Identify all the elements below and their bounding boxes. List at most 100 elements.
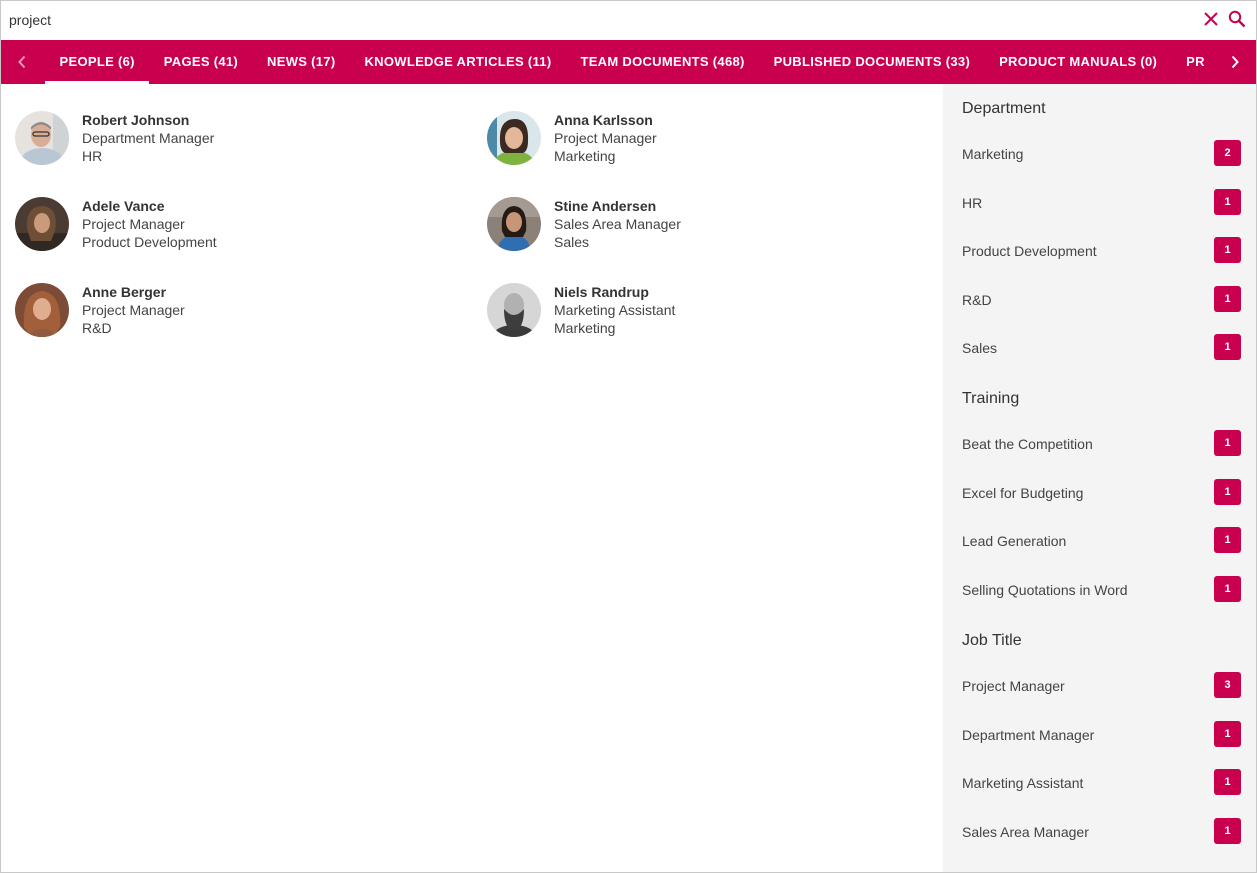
person-details: Stine Andersen Sales Area Manager Sales (554, 197, 681, 251)
refiner-item[interactable]: HR 1 (943, 189, 1256, 219)
refiner-label: Project Manager (962, 678, 1065, 694)
refiner-item[interactable]: Marketing 2 (943, 140, 1256, 170)
tab-scroll-right-button[interactable] (1214, 40, 1256, 84)
refiner-item[interactable]: Excel for Budgeting 1 (943, 479, 1256, 509)
avatar (15, 283, 69, 337)
search-input[interactable] (9, 9, 1189, 31)
person-name: Niels Randrup (554, 284, 649, 300)
chevron-right-icon (1231, 55, 1239, 69)
search-bar (1, 1, 1256, 40)
tab-team-documents[interactable]: TEAM DOCUMENTS (468) (566, 40, 759, 84)
refiner-item[interactable]: Marketing Assistant 1 (943, 769, 1256, 799)
count-badge: 1 (1214, 237, 1241, 263)
refiner-label: Marketing Assistant (962, 775, 1084, 791)
count-badge: 1 (1214, 334, 1241, 360)
person-title: Sales Area Manager (554, 216, 681, 232)
count-badge: 1 (1214, 818, 1241, 844)
tab-pages[interactable]: PAGES (41) (149, 40, 252, 84)
count-badge: 1 (1214, 286, 1241, 312)
person-title: Marketing Assistant (554, 302, 676, 318)
refiner-item[interactable]: Product Development 1 (943, 237, 1256, 267)
refiner-item[interactable]: R&D 1 (943, 286, 1256, 316)
person-department: HR (82, 148, 103, 164)
person-title: Department Manager (82, 130, 215, 146)
person-card[interactable]: Anne Berger Project Manager R&D (15, 283, 435, 343)
refiner-label: Selling Quotations in Word (962, 582, 1128, 598)
count-badge: 1 (1214, 721, 1241, 747)
person-name: Adele Vance (82, 198, 165, 214)
person-department: Marketing (554, 320, 616, 336)
refiner-label: Department Manager (962, 727, 1095, 743)
person-department: Sales (554, 234, 590, 250)
avatar (487, 111, 541, 165)
person-department: R&D (82, 320, 112, 336)
person-department: Product Development (82, 234, 217, 250)
refiner-item[interactable]: Project Manager 3 (943, 672, 1256, 702)
refiner-group-title-training: Training (962, 390, 1020, 407)
person-title: Project Manager (554, 130, 657, 146)
avatar (15, 111, 69, 165)
refiner-label: Sales (962, 340, 998, 356)
tab-knowledge-articles[interactable]: KNOWLEDGE ARTICLES (11) (350, 40, 566, 84)
refiner-label: Beat the Competition (962, 436, 1093, 452)
person-card[interactable]: Adele Vance Project Manager Product Deve… (15, 197, 435, 257)
tab-scroll-left-button[interactable] (1, 40, 43, 84)
refiner-item[interactable]: Selling Quotations in Word 1 (943, 576, 1256, 606)
avatar (15, 197, 69, 251)
search-actions (1202, 9, 1246, 29)
person-card[interactable]: Stine Andersen Sales Area Manager Sales (487, 197, 907, 257)
count-badge: 1 (1214, 527, 1241, 553)
people-results: Robert Johnson Department Manager HR Ann… (1, 84, 943, 872)
tab-published-documents[interactable]: PUBLISHED DOCUMENTS (33) (759, 40, 984, 84)
tab-product-manuals[interactable]: PRODUCT MANUALS (0) (985, 40, 1172, 84)
refiner-item[interactable]: Sales 1 (943, 334, 1256, 364)
refiner-panel: Department Marketing 2 HR 1 Product Deve… (943, 84, 1256, 872)
count-badge: 1 (1214, 576, 1241, 602)
count-badge: 1 (1214, 430, 1241, 456)
person-details: Anne Berger Project Manager R&D (82, 283, 185, 337)
tab-people[interactable]: PEOPLE (6) (45, 40, 150, 84)
refiner-label: Marketing (962, 146, 1024, 162)
search-window: PEOPLE (6)PAGES (41)NEWS (17)KNOWLEDGE A… (0, 0, 1257, 873)
person-details: Anna Karlsson Project Manager Marketing (554, 111, 657, 165)
count-badge: 2 (1214, 140, 1241, 166)
person-card[interactable]: Robert Johnson Department Manager HR (15, 111, 435, 171)
refiner-item[interactable]: Lead Generation 1 (943, 527, 1256, 557)
count-badge: 1 (1214, 479, 1241, 505)
search-icon[interactable] (1228, 9, 1246, 29)
refiner-label: R&D (962, 292, 992, 308)
person-details: Adele Vance Project Manager Product Deve… (82, 197, 217, 251)
tab-truncated[interactable]: PR (1172, 40, 1214, 84)
person-name: Stine Andersen (554, 198, 657, 214)
person-name: Anne Berger (82, 284, 167, 300)
refiner-label: HR (962, 195, 983, 211)
person-card[interactable]: Niels Randrup Marketing Assistant Market… (487, 283, 907, 343)
tab-news[interactable]: NEWS (17) (253, 40, 350, 84)
person-department: Marketing (554, 148, 616, 164)
person-details: Niels Randrup Marketing Assistant Market… (554, 283, 675, 337)
person-name: Anna Karlsson (554, 112, 653, 128)
avatar (487, 283, 541, 337)
refiner-item[interactable]: Department Manager 1 (943, 721, 1256, 751)
close-icon[interactable] (1202, 9, 1220, 29)
refiner-group-title-job-title: Job Title (962, 632, 1022, 649)
person-name: Robert Johnson (82, 112, 190, 128)
tab-list: PEOPLE (6) PAGES (41) NEWS (17) KNOWLEDGE A… (45, 40, 1214, 84)
person-title: Project Manager (82, 216, 185, 232)
refiner-label: Excel for Budgeting (962, 485, 1084, 501)
refiner-item[interactable]: Beat the Competition 1 (943, 430, 1256, 460)
count-badge: 1 (1214, 769, 1241, 795)
person-title: Project Manager (82, 302, 185, 318)
person-details: Robert Johnson Department Manager HR (82, 111, 214, 165)
refiner-label: Product Development (962, 243, 1097, 259)
refiner-label: Sales Area Manager (962, 824, 1089, 840)
person-card[interactable]: Anna Karlsson Project Manager Marketing (487, 111, 907, 171)
count-badge: 3 (1214, 672, 1241, 698)
chevron-left-icon (18, 55, 26, 69)
avatar (487, 197, 541, 251)
refiner-item[interactable]: Sales Area Manager 1 (943, 818, 1256, 848)
refiner-group-title-department: Department (962, 100, 1046, 117)
results-tab-bar: PEOPLE (6) PAGES (41) NEWS (17) KNOWLEDGE A… (1, 40, 1256, 84)
count-badge: 1 (1214, 189, 1241, 215)
refiner-label: Lead Generation (962, 533, 1067, 549)
